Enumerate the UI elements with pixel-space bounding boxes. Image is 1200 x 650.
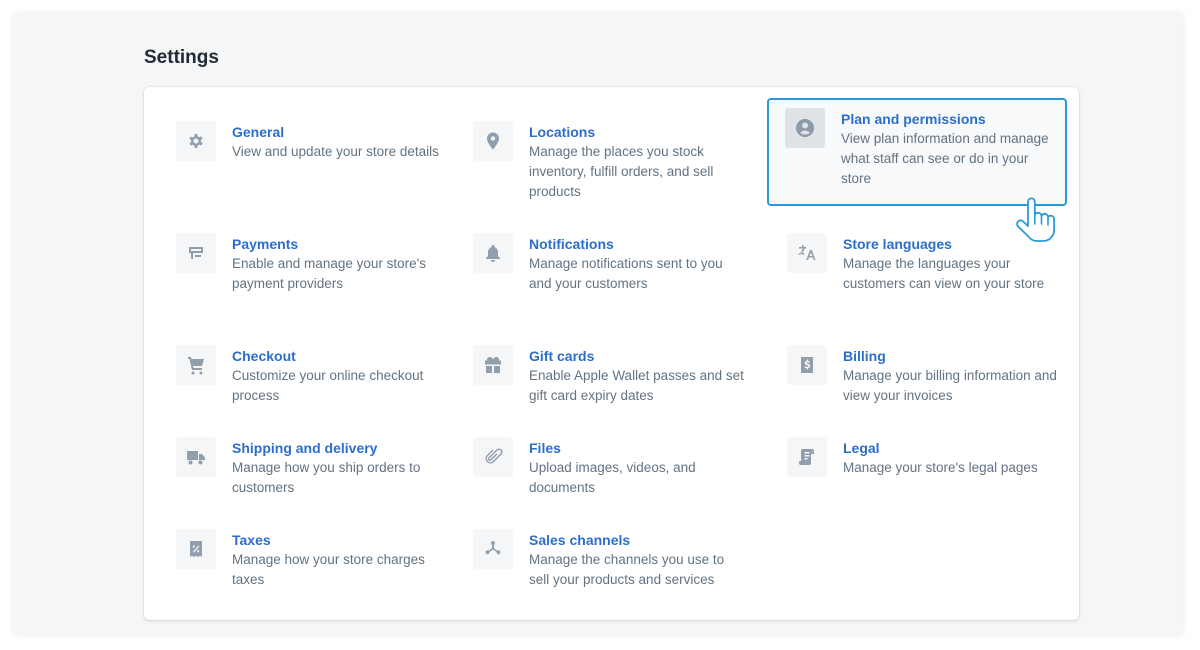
sales-channels-icon xyxy=(473,529,513,569)
settings-item-title: Locations xyxy=(529,124,596,140)
settings-item-description: Customize your online checkout process xyxy=(232,368,424,403)
settings-item-description: Enable Apple Wallet passes and set gift … xyxy=(529,368,744,403)
settings-item-description: Manage the channels you use to sell your… xyxy=(529,552,725,587)
settings-card: General View and update your store detai… xyxy=(144,87,1079,620)
settings-item-title: Plan and permissions xyxy=(841,111,986,127)
settings-item-description: Manage how your store charges taxes xyxy=(232,552,425,587)
settings-item-description: Manage your store's legal pages xyxy=(843,460,1038,475)
bell-icon xyxy=(473,233,513,273)
settings-item-description: Manage how you ship orders to customers xyxy=(232,460,421,495)
settings-item-title: Checkout xyxy=(232,348,296,364)
settings-item-legal[interactable]: Legal Manage your store's legal pages xyxy=(775,427,1071,488)
settings-item-notifications[interactable]: Notifications Manage notifications sent … xyxy=(461,223,757,304)
settings-item-description: View and update your store details xyxy=(232,144,439,159)
settings-item-checkout[interactable]: Checkout Customize your online checkout … xyxy=(164,335,460,416)
settings-item-billing[interactable]: Billing Manage your billing information … xyxy=(775,335,1071,416)
page-title: Settings xyxy=(144,47,219,68)
settings-item-payments[interactable]: Payments Enable and manage your store's … xyxy=(164,223,460,304)
legal-document-icon xyxy=(787,437,827,477)
settings-item-description: Manage notifications sent to you and you… xyxy=(529,256,723,291)
paperclip-icon xyxy=(473,437,513,477)
cart-icon xyxy=(176,345,216,385)
settings-item-description: Upload images, videos, and documents xyxy=(529,460,696,495)
settings-item-title: General xyxy=(232,124,285,140)
settings-item-title: Gift cards xyxy=(529,348,595,364)
hand-pointer-icon xyxy=(1016,197,1055,242)
settings-item-title: Payments xyxy=(232,236,299,252)
location-pin-icon xyxy=(473,121,513,161)
settings-item-taxes[interactable]: Taxes Manage how your store charges taxe… xyxy=(164,519,460,600)
settings-item-description: Manage the languages your customers can … xyxy=(843,256,1045,291)
tax-receipt-icon xyxy=(176,529,216,569)
settings-item-shipping-and-delivery[interactable]: Shipping and delivery Manage how you shi… xyxy=(164,427,460,508)
settings-item-gift-cards[interactable]: Gift cards Enable Apple Wallet passes an… xyxy=(461,335,757,416)
translate-icon xyxy=(787,233,827,273)
settings-item-title: Taxes xyxy=(232,532,271,548)
app-frame: Settings General View and update your st… xyxy=(14,14,1182,634)
settings-item-sales-channels[interactable]: Sales channels Manage the channels you u… xyxy=(461,519,757,600)
settings-item-title: Shipping and delivery xyxy=(232,440,378,456)
gift-icon xyxy=(473,345,513,385)
settings-item-description: View plan information and manage what st… xyxy=(841,131,1049,186)
user-circle-icon xyxy=(785,108,825,148)
settings-item-description: Manage the places you stock inventory, f… xyxy=(529,144,714,199)
settings-item-title: Files xyxy=(529,440,561,456)
payments-icon xyxy=(176,233,216,273)
settings-item-title: Sales channels xyxy=(529,532,631,548)
settings-item-title: Legal xyxy=(843,440,880,456)
gear-icon xyxy=(176,121,216,161)
truck-icon xyxy=(176,437,216,477)
settings-item-plan-and-permissions[interactable]: Plan and permissions View plan informati… xyxy=(767,98,1067,206)
settings-item-description: Enable and manage your store's payment p… xyxy=(232,256,426,291)
settings-item-title: Notifications xyxy=(529,236,614,252)
settings-item-title: Billing xyxy=(843,348,886,364)
billing-icon xyxy=(787,345,827,385)
settings-item-description: Manage your billing information and view… xyxy=(843,368,1057,403)
settings-item-files[interactable]: Files Upload images, videos, and documen… xyxy=(461,427,757,508)
settings-item-general[interactable]: General View and update your store detai… xyxy=(164,111,460,172)
settings-item-locations[interactable]: Locations Manage the places you stock in… xyxy=(461,111,757,212)
